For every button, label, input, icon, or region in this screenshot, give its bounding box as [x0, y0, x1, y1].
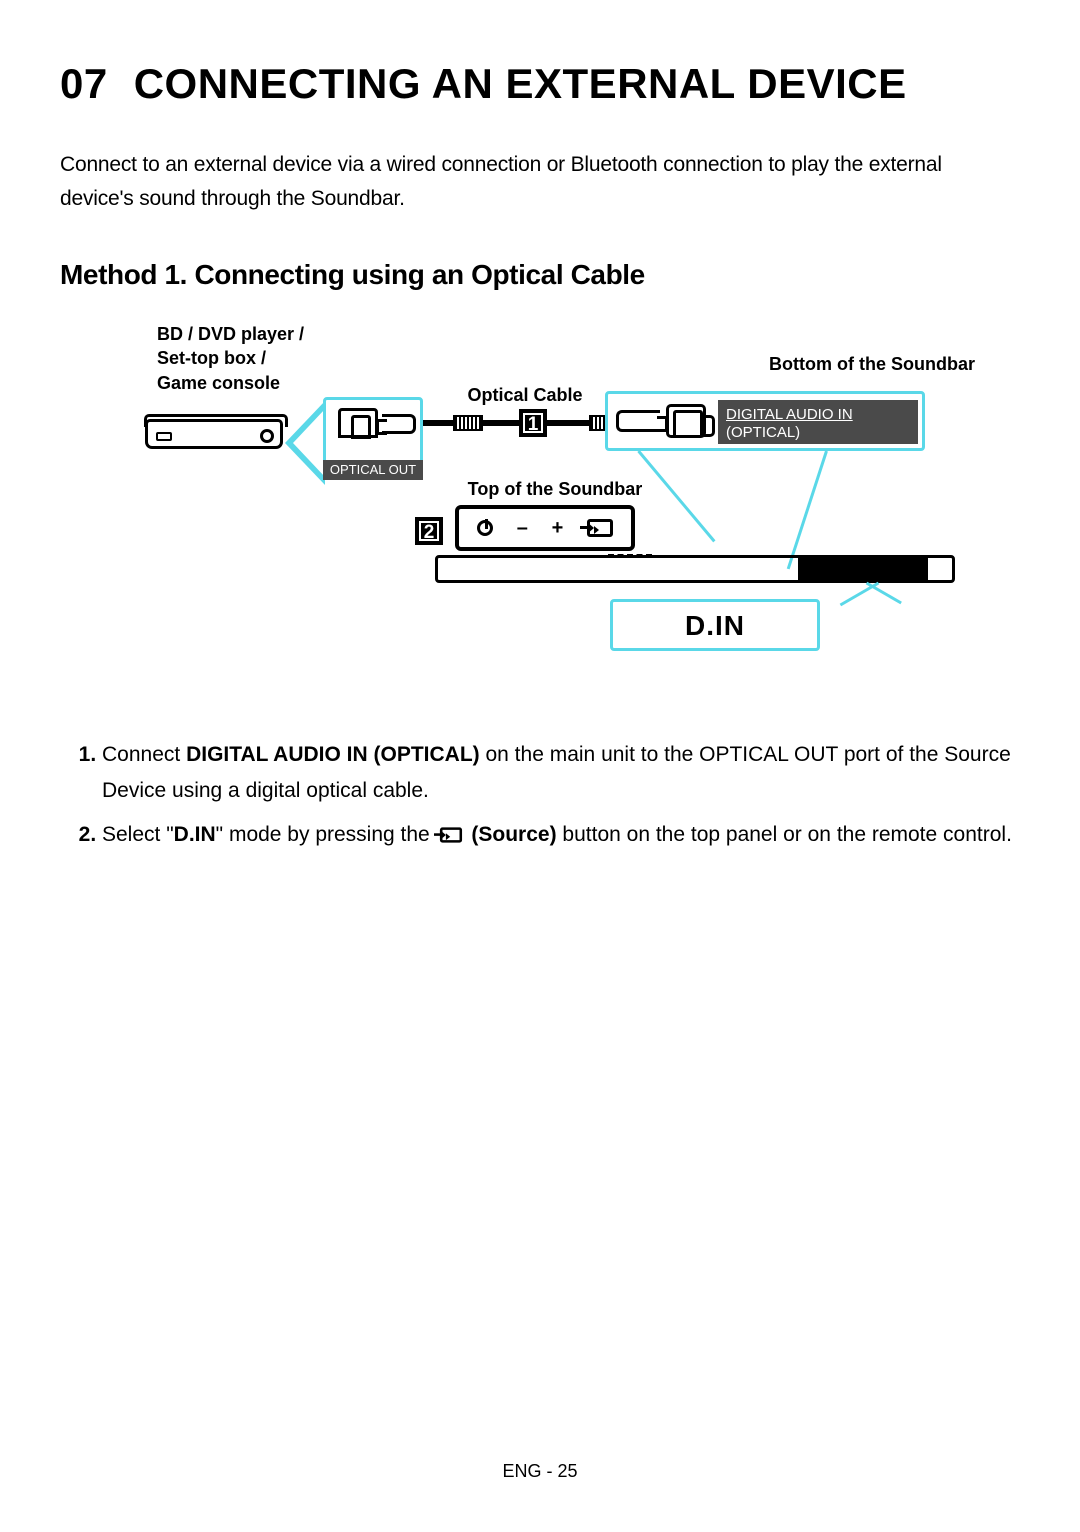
step-2-bold-din: D.IN — [174, 823, 216, 846]
digital-audio-in-line2: (OPTICAL) — [726, 424, 800, 441]
digital-audio-in-tag: DIGITAL AUDIO IN (OPTICAL) — [718, 400, 918, 444]
soundbar-top-label: Top of the Soundbar — [445, 477, 665, 501]
step-1-bold: DIGITAL AUDIO IN (OPTICAL) — [186, 743, 480, 766]
section-number: 07 — [60, 60, 108, 107]
connection-diagram: BD / DVD player / Set-top box / Game con… — [105, 327, 975, 677]
instruction-steps: Connect DIGITAL AUDIO IN (OPTICAL) on th… — [78, 737, 1020, 852]
volume-minus-icon: – — [517, 517, 528, 540]
optical-port-shape-icon — [666, 404, 706, 438]
step-2-bold-source: (Source) — [471, 823, 556, 846]
optical-cable-label: Optical Cable — [455, 383, 595, 407]
din-display: D.IN — [610, 599, 820, 651]
method-heading: Method 1. Connecting using an Optical Ca… — [60, 259, 1020, 291]
step-1-prefix: Connect — [102, 743, 186, 766]
step-badge-2: 2 — [415, 517, 443, 545]
soundbar-bottom-label: Bottom of the Soundbar — [769, 352, 975, 376]
step-2-mid1: " mode by pressing the — [216, 823, 436, 846]
optical-out-tag: OPTICAL OUT — [323, 460, 423, 480]
step-2: Select "D.IN" mode by pressing the (Sour… — [102, 817, 1020, 853]
source-icon — [587, 519, 613, 537]
digital-audio-in-port-icon: DIGITAL AUDIO IN (OPTICAL) — [605, 391, 925, 451]
cable-texture-icon — [453, 415, 483, 431]
optical-plug-shape-icon — [616, 410, 660, 432]
optical-out-port-icon — [323, 397, 423, 467]
callout-line-icon — [840, 582, 880, 607]
soundbar-top-panel-icon: – + — [455, 505, 635, 551]
page-footer: ENG - 25 — [0, 1461, 1080, 1482]
soundbar-body-icon — [435, 555, 955, 583]
source-icon — [440, 827, 462, 842]
disc-icon — [260, 429, 274, 443]
callout-line-icon — [787, 451, 828, 570]
section-title: CONNECTING AN EXTERNAL DEVICE — [134, 60, 907, 107]
optical-port-shape-icon — [338, 408, 378, 438]
optical-plug-shape-icon — [382, 414, 416, 434]
volume-plus-icon: + — [552, 517, 564, 540]
soundbar-grille-icon — [798, 555, 928, 583]
intro-paragraph: Connect to an external device via a wire… — [60, 148, 1020, 215]
source-device-label: BD / DVD player / Set-top box / Game con… — [157, 322, 304, 395]
step-1: Connect DIGITAL AUDIO IN (OPTICAL) on th… — [102, 737, 1020, 808]
power-icon — [477, 520, 493, 536]
digital-audio-in-line1: DIGITAL AUDIO IN — [726, 406, 853, 423]
section-heading: 07 CONNECTING AN EXTERNAL DEVICE — [60, 60, 1020, 108]
callout-triangle-icon — [285, 401, 325, 485]
step-2-prefix: Select " — [102, 823, 174, 846]
source-device-icon — [145, 419, 283, 449]
step-badge-1: 1 — [519, 409, 547, 437]
step-2-suffix: button on the top panel or on the remote… — [557, 823, 1012, 846]
